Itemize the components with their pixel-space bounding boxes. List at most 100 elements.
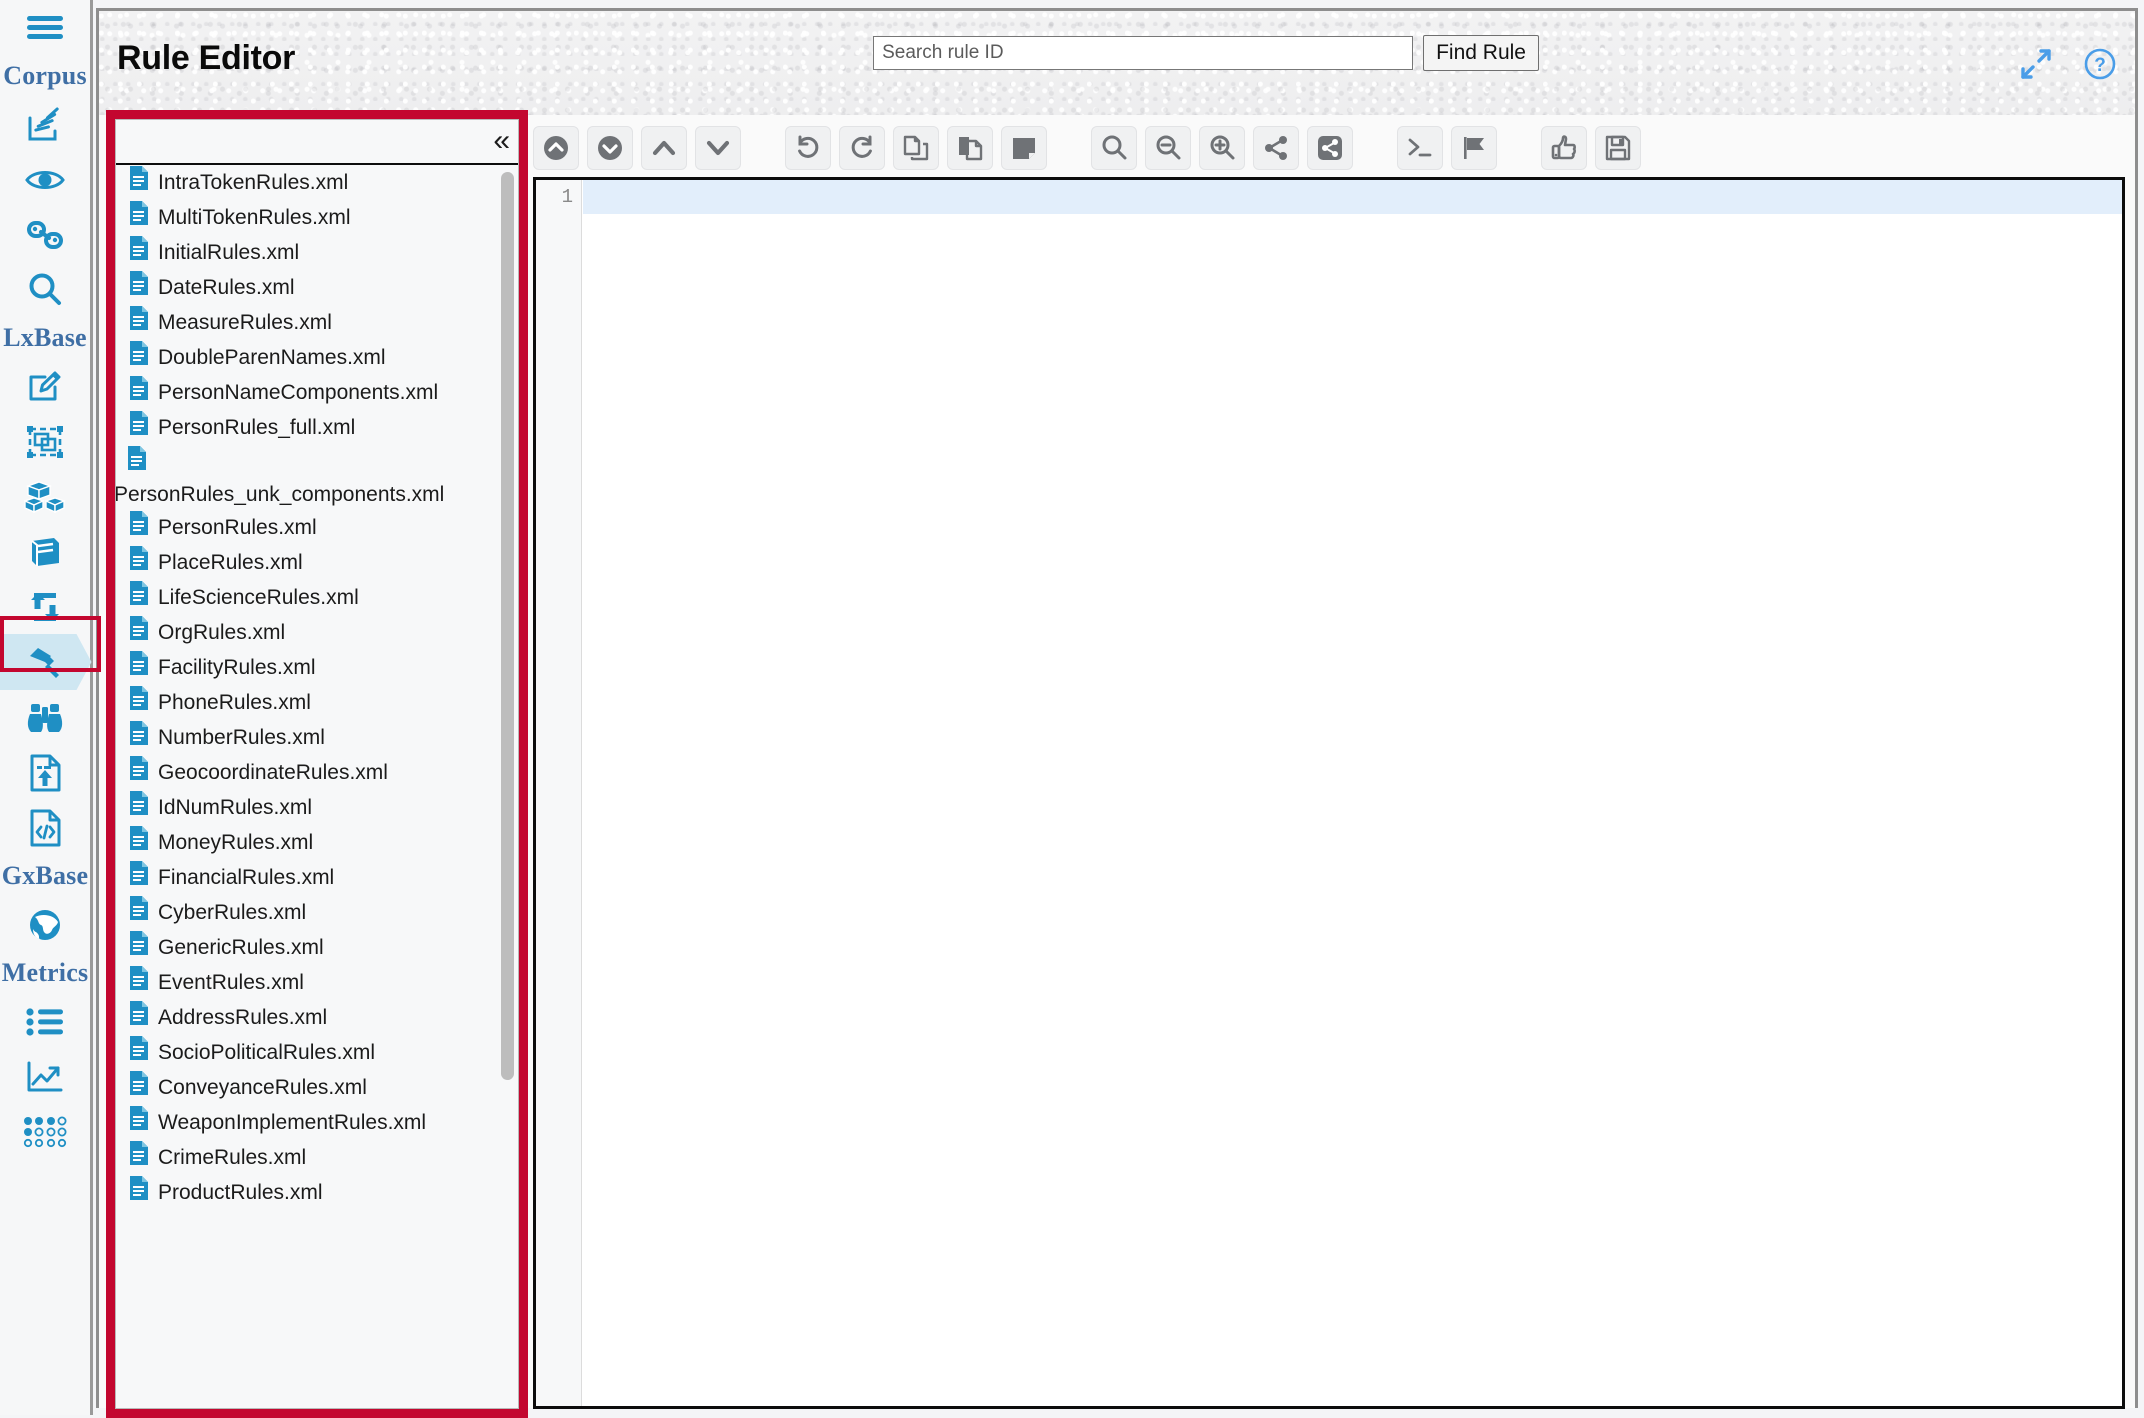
sidebar-item-globe[interactable] bbox=[0, 897, 92, 952]
paste-page-icon bbox=[956, 134, 984, 162]
sidebar-item-metrics-list[interactable] bbox=[0, 994, 92, 1049]
share-button[interactable] bbox=[1253, 126, 1299, 170]
undo-button[interactable] bbox=[785, 126, 831, 170]
sidebar-item-lexicon-edit[interactable] bbox=[0, 359, 92, 414]
paste-button[interactable] bbox=[947, 126, 993, 170]
xml-file-icon bbox=[128, 235, 150, 270]
collapse-panel-chevron-icon[interactable]: « bbox=[493, 126, 510, 156]
sidebar-item-binoculars[interactable] bbox=[0, 690, 92, 745]
sidebar-item-lexicon-transform[interactable] bbox=[0, 579, 92, 634]
file-list-item[interactable]: AddressRules.xml bbox=[116, 1000, 518, 1035]
sidebar-item-file-code[interactable] bbox=[0, 800, 92, 855]
redo-button[interactable] bbox=[839, 126, 885, 170]
xml-file-icon bbox=[128, 580, 150, 615]
xml-file-icon bbox=[128, 1000, 150, 1035]
xml-file-icon bbox=[128, 510, 150, 545]
file-list-item[interactable]: EventRules.xml bbox=[116, 965, 518, 1000]
file-list-item[interactable]: DoubleParenNames.xml bbox=[116, 340, 518, 375]
code-line[interactable] bbox=[583, 180, 2122, 214]
file-list-item[interactable]: NumberRules.xml bbox=[116, 720, 518, 755]
file-name-label: MultiTokenRules.xml bbox=[158, 205, 351, 229]
sidebar-item-lexicon-blocks[interactable] bbox=[0, 469, 92, 524]
sidebar-item-corpus-view[interactable] bbox=[0, 152, 92, 207]
sidebar-item-corpus-documents[interactable] bbox=[0, 97, 92, 152]
sidebar-item-rule-editor[interactable] bbox=[0, 634, 92, 690]
approve-button[interactable] bbox=[1541, 126, 1587, 170]
move-down-button[interactable] bbox=[695, 126, 741, 170]
editor-line-gutter: 1 bbox=[536, 180, 582, 1406]
sidebar-item-file-upload[interactable] bbox=[0, 745, 92, 800]
header-icon-group: ? bbox=[2019, 47, 2117, 86]
file-list-item[interactable]: PersonRules_unk_components.xml bbox=[116, 445, 518, 510]
file-code-icon bbox=[28, 808, 62, 848]
share-filled-button[interactable] bbox=[1307, 126, 1353, 170]
file-list-item[interactable]: OrgRules.xml bbox=[116, 615, 518, 650]
file-list-item[interactable]: MultiTokenRules.xml bbox=[116, 200, 518, 235]
group-select-icon bbox=[26, 425, 64, 459]
file-list-item[interactable]: InitialRules.xml bbox=[116, 235, 518, 270]
file-list-item[interactable]: WeaponImplementRules.xml bbox=[116, 1105, 518, 1140]
search-rule-id-input[interactable] bbox=[873, 36, 1414, 70]
magnifier-minus-icon bbox=[1154, 134, 1182, 162]
xml-file-icon bbox=[128, 375, 150, 410]
file-list-item[interactable]: PersonRules.xml bbox=[116, 510, 518, 545]
file-list-item[interactable]: PlaceRules.xml bbox=[116, 545, 518, 580]
file-list-item[interactable]: DateRules.xml bbox=[116, 270, 518, 305]
file-name-label: GeocoordinateRules.xml bbox=[158, 760, 388, 784]
file-name-label: DoubleParenNames.xml bbox=[158, 345, 386, 369]
file-list-item[interactable]: FinancialRules.xml bbox=[116, 860, 518, 895]
xml-file-icon bbox=[128, 305, 150, 340]
copy-button[interactable] bbox=[893, 126, 939, 170]
move-to-top-button[interactable] bbox=[533, 126, 579, 170]
file-list-item[interactable]: ConveyanceRules.xml bbox=[116, 1070, 518, 1105]
rule-code-editor[interactable]: 1 bbox=[533, 177, 2125, 1409]
sidebar-item-lexicon-group[interactable] bbox=[0, 414, 92, 469]
file-list-item[interactable]: MoneyRules.xml bbox=[116, 825, 518, 860]
xml-file-icon bbox=[126, 445, 512, 480]
move-to-bottom-button[interactable] bbox=[587, 126, 633, 170]
file-list-item[interactable]: GeocoordinateRules.xml bbox=[116, 755, 518, 790]
file-list-scrollbar-thumb[interactable] bbox=[501, 172, 514, 1080]
zoom-in-button[interactable] bbox=[1199, 126, 1245, 170]
file-list-item[interactable]: GenericRules.xml bbox=[116, 930, 518, 965]
file-list-item[interactable]: LifeScienceRules.xml bbox=[116, 580, 518, 615]
save-button[interactable] bbox=[1595, 126, 1641, 170]
file-list-item[interactable]: PersonRules_full.xml bbox=[116, 410, 518, 445]
sidebar-item-metrics-chart[interactable] bbox=[0, 1049, 92, 1104]
zoom-out-button[interactable] bbox=[1145, 126, 1191, 170]
file-name-label: IdNumRules.xml bbox=[158, 795, 313, 819]
hamburger-menu-button[interactable] bbox=[0, 0, 92, 55]
find-button[interactable] bbox=[1091, 126, 1137, 170]
file-list-item[interactable]: IdNumRules.xml bbox=[116, 790, 518, 825]
rule-file-list[interactable]: IntraTokenRules.xml MultiTokenRules.xml … bbox=[116, 165, 518, 1408]
editor-code-area[interactable] bbox=[583, 180, 2122, 1406]
file-name-label: PlaceRules.xml bbox=[158, 550, 303, 574]
file-name-label: MeasureRules.xml bbox=[158, 310, 332, 334]
file-list-item[interactable]: CrimeRules.xml bbox=[116, 1140, 518, 1175]
rail-section-gxbase: GxBase bbox=[1, 861, 89, 890]
sidebar-item-lexicon-book[interactable] bbox=[0, 524, 92, 579]
console-button[interactable] bbox=[1397, 126, 1443, 170]
file-list-item[interactable]: PersonNameComponents.xml bbox=[116, 375, 518, 410]
file-list-item[interactable]: IntraTokenRules.xml bbox=[116, 165, 518, 200]
page-title: Rule Editor bbox=[117, 39, 296, 77]
find-rule-button[interactable]: Find Rule bbox=[1423, 35, 1539, 71]
file-list-item[interactable]: CyberRules.xml bbox=[116, 895, 518, 930]
note-button[interactable] bbox=[1001, 126, 1047, 170]
file-list-item[interactable]: PhoneRules.xml bbox=[116, 685, 518, 720]
sidebar-item-corpus-link[interactable] bbox=[0, 207, 92, 262]
magnifier-plus-icon bbox=[1208, 134, 1236, 162]
magnifier-icon bbox=[1100, 134, 1128, 162]
file-list-item[interactable]: MeasureRules.xml bbox=[116, 305, 518, 340]
move-up-button[interactable] bbox=[641, 126, 687, 170]
flag-button[interactable] bbox=[1451, 126, 1497, 170]
sidebar-item-corpus-search[interactable] bbox=[0, 262, 92, 317]
sidebar-item-metrics-matrix[interactable] bbox=[0, 1104, 92, 1159]
expand-arrows-icon[interactable] bbox=[2019, 47, 2053, 86]
file-list-item[interactable]: ProductRules.xml bbox=[116, 1175, 518, 1210]
hamburger-menu-icon bbox=[25, 13, 65, 43]
edit-pencil-square-icon bbox=[25, 370, 65, 404]
help-question-icon[interactable]: ? bbox=[2083, 47, 2117, 86]
file-list-item[interactable]: FacilityRules.xml bbox=[116, 650, 518, 685]
file-list-item[interactable]: SocioPoliticalRules.xml bbox=[116, 1035, 518, 1070]
